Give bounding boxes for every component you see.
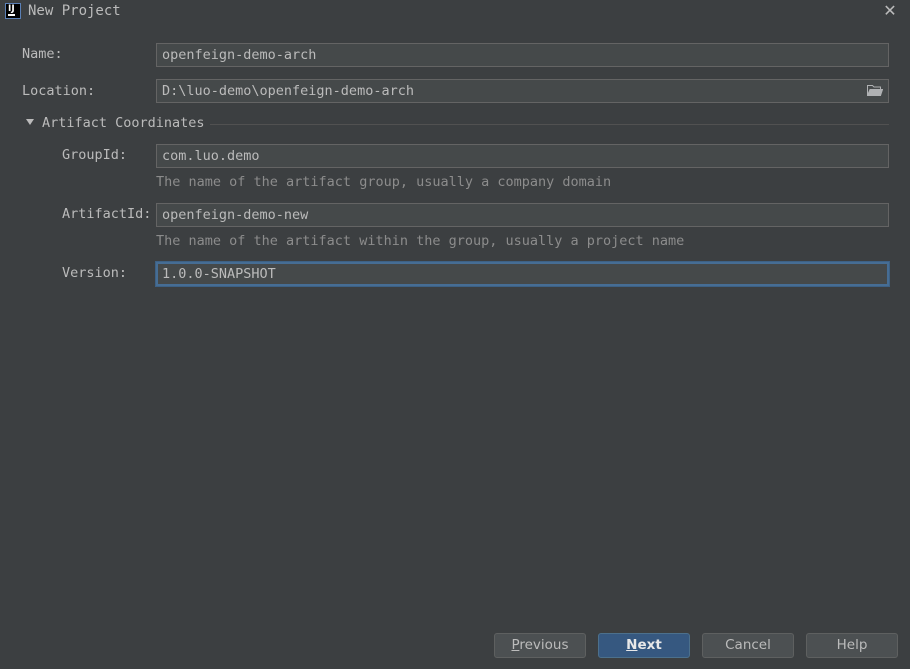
next-button[interactable]: Next <box>598 633 690 658</box>
artifactid-field[interactable]: openfeign-demo-new <box>156 203 889 227</box>
next-label: ext <box>637 637 662 653</box>
next-mnemonic: N <box>626 637 638 653</box>
version-label: Version: <box>62 265 128 281</box>
title-bar: IJ New Project ✕ <box>0 0 910 24</box>
cancel-button[interactable]: Cancel <box>702 633 794 658</box>
help-button[interactable]: Help <box>806 633 898 658</box>
artifactid-label: ArtifactId: <box>62 206 152 222</box>
location-field[interactable]: D:\luo-demo\openfeign-demo-arch <box>156 79 889 103</box>
previous-button[interactable]: Previous <box>494 633 586 658</box>
close-icon[interactable]: ✕ <box>882 3 898 19</box>
groupid-label: GroupId: <box>62 147 128 163</box>
location-label: Location: <box>22 83 96 99</box>
window-title: New Project <box>28 3 121 19</box>
intellij-idea-icon: IJ <box>5 3 21 19</box>
folder-icon[interactable] <box>867 84 883 97</box>
location-value: D:\luo-demo\openfeign-demo-arch <box>162 83 414 99</box>
version-field[interactable]: 1.0.0-SNAPSHOT <box>156 262 889 286</box>
name-label: Name: <box>22 46 63 62</box>
groupid-field[interactable]: com.luo.demo <box>156 144 889 168</box>
previous-label: revious <box>519 637 569 653</box>
name-field[interactable]: openfeign-demo-arch <box>156 43 889 67</box>
groupid-hint: The name of the artifact group, usually … <box>156 174 612 190</box>
expand-triangle-icon[interactable] <box>26 119 34 125</box>
section-title: Artifact Coordinates <box>42 115 205 131</box>
section-divider <box>210 124 889 125</box>
artifactid-hint: The name of the artifact within the grou… <box>156 233 685 249</box>
